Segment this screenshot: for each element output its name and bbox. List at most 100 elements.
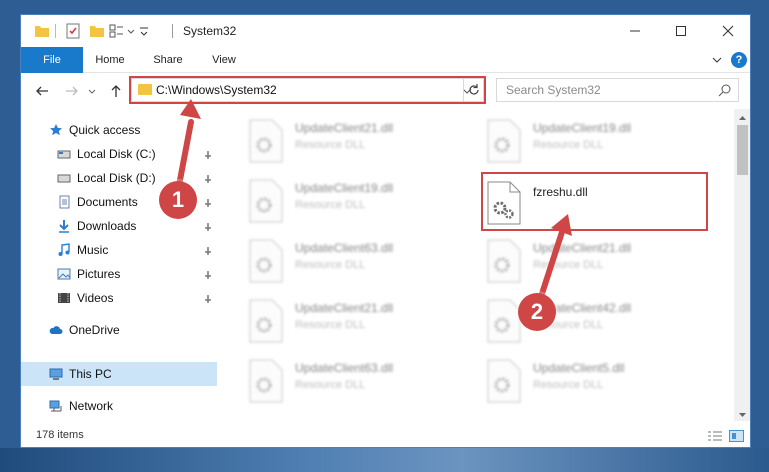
expand-ribbon-icon[interactable] xyxy=(710,53,724,67)
scroll-up-icon[interactable] xyxy=(738,112,747,121)
search-placeholder: Search System32 xyxy=(506,83,601,97)
pin-icon[interactable] xyxy=(203,269,213,279)
videos-icon xyxy=(57,291,71,305)
file-description: Resource DLL xyxy=(295,199,366,211)
cloud-icon xyxy=(49,323,63,337)
search-icon[interactable] xyxy=(718,83,732,97)
pin-icon[interactable] xyxy=(203,197,213,207)
sidebar-label: Quick access xyxy=(69,123,141,137)
dll-file-icon xyxy=(249,239,283,283)
sidebar-item-music[interactable]: Music xyxy=(21,238,217,262)
minimize-button[interactable] xyxy=(612,15,658,47)
item-count: 178 items xyxy=(36,429,84,441)
sidebar-label: Local Disk (C:) xyxy=(77,147,156,161)
sidebar-label: Videos xyxy=(77,291,114,305)
file-name: UpdateClient63.dll xyxy=(295,361,394,375)
up-button[interactable] xyxy=(107,82,125,100)
sidebar-label: This PC xyxy=(69,367,112,381)
desktop-background xyxy=(0,448,769,472)
documents-icon xyxy=(57,195,71,209)
file-description: Resource DLL xyxy=(533,259,604,271)
computer-icon xyxy=(49,367,63,381)
back-button[interactable] xyxy=(33,82,51,100)
tab-file[interactable]: File xyxy=(21,47,83,73)
qa-divider xyxy=(55,24,56,38)
sidebar-item-downloads[interactable]: Downloads xyxy=(21,214,217,238)
address-highlight-box xyxy=(129,76,486,104)
sidebar-item-pictures[interactable]: Pictures xyxy=(21,262,217,286)
tab-home[interactable]: Home xyxy=(87,47,133,73)
drive-icon xyxy=(57,171,71,185)
file-list: UpdateClient21.dll Resource DLL UpdateCl… xyxy=(217,109,734,421)
file-item[interactable]: UpdateClient42.dll Resource DLL xyxy=(479,293,719,349)
tab-share[interactable]: Share xyxy=(145,47,191,73)
large-icons-view-icon[interactable] xyxy=(729,430,745,442)
pictures-icon xyxy=(57,267,71,281)
sidebar-label: OneDrive xyxy=(69,323,120,337)
sidebar-label: Network xyxy=(69,399,114,413)
sidebar-label: Pictures xyxy=(77,267,121,281)
pin-icon[interactable] xyxy=(203,221,213,231)
folder-icon xyxy=(34,23,50,39)
sidebar-item-quick-access[interactable]: Quick access xyxy=(21,118,217,142)
close-button[interactable] xyxy=(705,15,750,47)
sidebar-label: Local Disk (D:) xyxy=(77,171,156,185)
file-item[interactable]: UpdateClient19.dll Resource DLL xyxy=(241,173,481,229)
dll-file-icon xyxy=(487,359,521,403)
file-item[interactable]: UpdateClient21.dll Resource DLL xyxy=(241,293,481,349)
vertical-scrollbar[interactable] xyxy=(734,109,750,421)
file-item[interactable]: UpdateClient5.dll Resource DLL xyxy=(479,353,719,409)
scroll-thumb[interactable] xyxy=(737,125,748,175)
maximize-button[interactable] xyxy=(658,15,704,47)
file-description: Resource DLL xyxy=(295,379,366,391)
sidebar-label: Music xyxy=(77,243,109,257)
navigation-pane: Quick access Local Disk (C:) Local Disk … xyxy=(21,109,217,421)
sidebar-item-local-disk-c[interactable]: Local Disk (C:) xyxy=(21,142,217,166)
file-name: UpdateClient21.dll xyxy=(295,121,394,135)
dll-file-icon xyxy=(487,119,521,163)
recent-locations-button[interactable] xyxy=(87,82,97,100)
file-name: UpdateClient5.dll xyxy=(533,361,625,375)
file-item[interactable]: UpdateClient21.dll Resource DLL xyxy=(241,113,481,169)
navigation-bar: C:\Windows\System32 Search System32 xyxy=(21,73,750,109)
dll-file-icon xyxy=(249,359,283,403)
sidebar-item-this-pc[interactable]: This PC xyxy=(21,362,217,386)
step-badge-2: 2 xyxy=(518,293,556,331)
ribbon-tabs: File Home Share View ? xyxy=(21,47,750,73)
sidebar-label: Documents xyxy=(77,195,138,209)
dll-file-icon xyxy=(487,299,521,343)
pin-icon[interactable] xyxy=(203,245,213,255)
file-item[interactable]: UpdateClient63.dll Resource DLL xyxy=(241,233,481,289)
sidebar-item-videos[interactable]: Videos xyxy=(21,286,217,310)
file-item[interactable]: UpdateClient63.dll Resource DLL xyxy=(241,353,481,409)
sidebar-label: Downloads xyxy=(77,219,137,233)
help-button[interactable]: ? xyxy=(731,52,747,68)
new-folder-icon[interactable] xyxy=(89,23,105,39)
customize-toolbar-icon[interactable] xyxy=(139,23,149,39)
forward-button[interactable] xyxy=(63,82,81,100)
file-item[interactable]: UpdateClient21.dll Resource DLL xyxy=(479,233,719,289)
file-name: UpdateClient63.dll xyxy=(295,241,394,255)
file-name: UpdateClient19.dll xyxy=(295,181,394,195)
tab-view[interactable]: View xyxy=(203,47,245,73)
sidebar-item-network[interactable]: Network xyxy=(21,394,217,418)
pin-icon[interactable] xyxy=(203,293,213,303)
status-bar: 178 items xyxy=(21,421,750,447)
pin-icon[interactable] xyxy=(203,149,213,159)
downloads-icon xyxy=(57,219,71,233)
file-description: Resource DLL xyxy=(533,139,604,151)
customize-view-icon[interactable] xyxy=(109,23,125,39)
scroll-down-icon[interactable] xyxy=(738,408,747,417)
dll-file-icon xyxy=(249,299,283,343)
details-view-icon[interactable] xyxy=(707,430,723,442)
file-item[interactable]: UpdateClient19.dll Resource DLL xyxy=(479,113,719,169)
dropdown-arrow-icon[interactable] xyxy=(127,23,135,39)
drive-icon xyxy=(57,147,71,161)
dll-file-icon xyxy=(249,119,283,163)
properties-icon[interactable] xyxy=(65,23,81,39)
step-badge-1: 1 xyxy=(159,181,197,219)
sidebar-item-onedrive[interactable]: OneDrive xyxy=(21,318,217,342)
file-highlight-box xyxy=(481,172,708,231)
search-box[interactable]: Search System32 xyxy=(496,78,739,102)
pin-icon[interactable] xyxy=(203,173,213,183)
